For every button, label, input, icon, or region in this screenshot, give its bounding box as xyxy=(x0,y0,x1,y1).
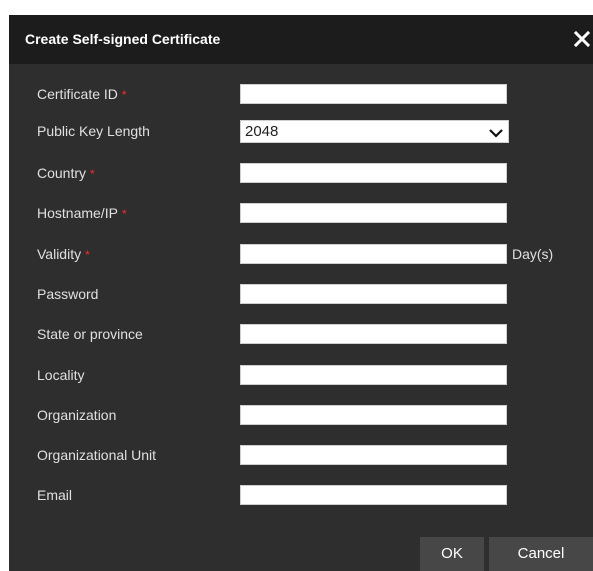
row-validity: Validity * Day(s) xyxy=(9,244,593,266)
create-certificate-dialog: Create Self-signed Certificate Certifica… xyxy=(9,15,593,571)
row-public-key-length: Public Key Length 2048 xyxy=(9,120,593,143)
cancel-button[interactable]: Cancel xyxy=(489,537,593,571)
hostname-label: Hostname/IP * xyxy=(37,205,127,221)
dialog-title: Create Self-signed Certificate xyxy=(25,31,221,47)
country-label: Country * xyxy=(37,165,95,181)
required-mark: * xyxy=(90,167,95,181)
validity-label: Validity * xyxy=(37,246,90,262)
public-key-length-value: 2048 xyxy=(245,123,279,140)
validity-unit: Day(s) xyxy=(512,246,554,262)
state-label: State or province xyxy=(37,326,143,342)
row-hostname: Hostname/IP * xyxy=(9,203,593,225)
country-input[interactable] xyxy=(240,163,507,183)
certificate-id-label: Certificate ID * xyxy=(37,86,127,102)
row-organization: Organization xyxy=(9,405,593,427)
locality-input[interactable] xyxy=(240,365,507,385)
hostname-input[interactable] xyxy=(240,203,507,223)
row-certificate-id: Certificate ID * xyxy=(9,84,593,106)
dialog-titlebar: Create Self-signed Certificate xyxy=(9,15,593,64)
required-mark: * xyxy=(85,248,90,262)
locality-label: Locality xyxy=(37,367,85,383)
ok-button[interactable]: OK xyxy=(420,537,484,571)
row-locality: Locality xyxy=(9,365,593,387)
organization-input[interactable] xyxy=(240,405,507,425)
required-mark: * xyxy=(121,88,127,102)
password-input[interactable] xyxy=(240,284,507,304)
row-state: State or province xyxy=(9,324,593,346)
certificate-id-input[interactable] xyxy=(240,84,507,104)
email-input[interactable] xyxy=(240,485,507,505)
required-mark: * xyxy=(121,207,127,221)
row-email: Email xyxy=(9,485,593,507)
row-country: Country * xyxy=(9,163,593,185)
public-key-length-label: Public Key Length xyxy=(37,123,150,139)
password-label: Password xyxy=(37,286,99,302)
close-icon[interactable] xyxy=(571,27,593,51)
organizational-unit-label: Organizational Unit xyxy=(37,447,157,463)
organizational-unit-input[interactable] xyxy=(240,445,507,465)
chevron-down-icon xyxy=(488,126,504,144)
organization-label: Organization xyxy=(37,407,117,423)
row-password: Password xyxy=(9,284,593,306)
email-label: Email xyxy=(37,487,73,503)
public-key-length-select[interactable]: 2048 xyxy=(240,120,509,143)
row-organizational-unit: Organizational Unit xyxy=(9,445,593,467)
state-input[interactable] xyxy=(240,324,507,344)
validity-input[interactable] xyxy=(240,244,507,264)
